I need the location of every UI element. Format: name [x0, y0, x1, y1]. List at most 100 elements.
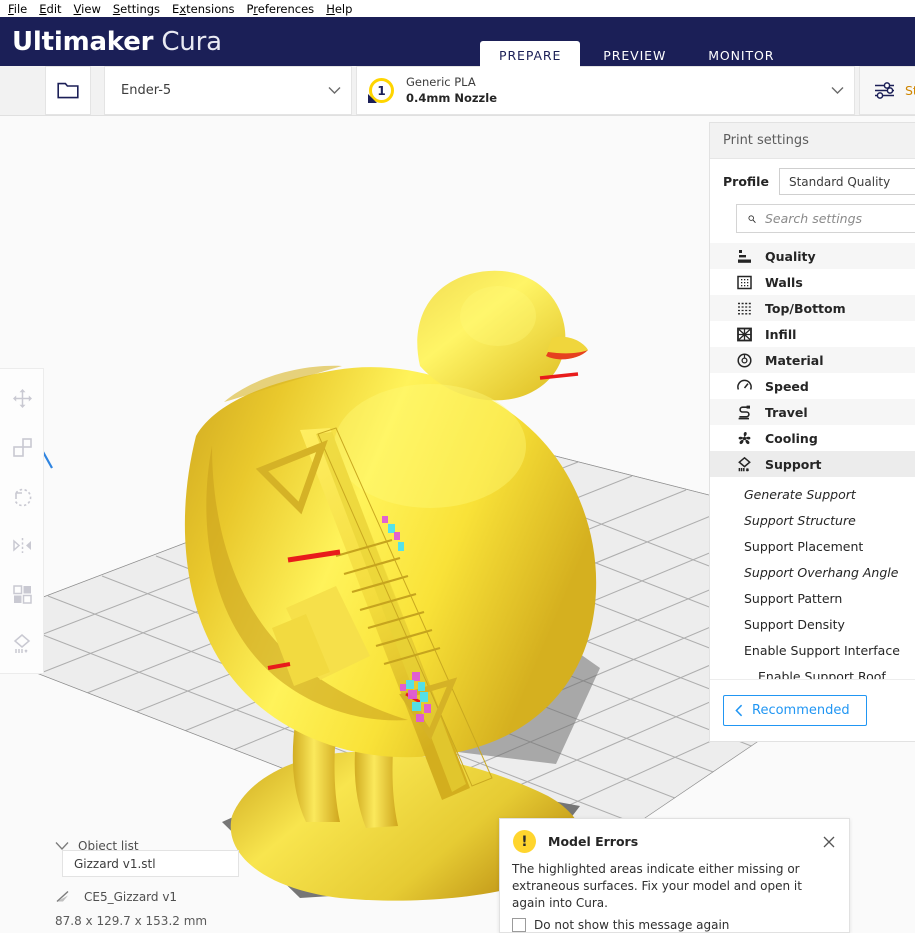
chevron-left-icon	[735, 704, 743, 717]
category-label: Travel	[765, 404, 808, 420]
category-walls[interactable]: Walls	[710, 269, 915, 295]
setting-generate-support[interactable]: Generate Support	[710, 481, 915, 507]
material-info: Generic PLA 0.4mm Nozzle	[406, 75, 831, 105]
model-errors-body: The highlighted areas indicate either mi…	[512, 862, 802, 911]
object-list-item-label: Gizzard v1.stl	[74, 856, 156, 871]
category-label: Top/Bottom	[765, 300, 846, 316]
support-blocker-icon	[13, 634, 30, 653]
search-settings-box[interactable]	[736, 204, 915, 233]
nozzle-size: 0.4mm Nozzle	[406, 90, 497, 105]
model-toolbar	[0, 368, 44, 674]
setting-support-placement[interactable]: Support Placement	[710, 533, 915, 559]
object-list-item[interactable]: Gizzard v1.stl	[62, 850, 239, 877]
category-topbottom[interactable]: Top/Bottom	[710, 295, 915, 321]
extruder-number: 1	[377, 83, 386, 98]
search-settings-input[interactable]	[765, 211, 915, 226]
do-not-show-again-checkbox[interactable]: Do not show this message again	[500, 912, 849, 933]
close-icon[interactable]	[821, 834, 837, 850]
category-speed[interactable]: Speed	[710, 373, 915, 399]
setting-enable-support-interface[interactable]: Enable Support Interface	[710, 637, 915, 663]
rotate-tool[interactable]	[0, 472, 44, 521]
menu-bar: File Edit View Settings Extensions Prefe…	[0, 0, 915, 17]
category-cooling[interactable]: Cooling	[710, 425, 915, 451]
print-setup-button[interactable]: Sta	[859, 66, 915, 115]
menu-item-preferences[interactable]: Preferences	[241, 1, 321, 17]
category-material[interactable]: Material	[710, 347, 915, 373]
material-name: Generic PLA	[406, 75, 476, 90]
category-label: Support	[765, 456, 822, 472]
category-infill[interactable]: Infill	[710, 321, 915, 347]
folder-icon	[57, 82, 79, 99]
profile-value: Standard Quality	[788, 174, 891, 189]
settings-category-list: Quality Walls Top/Bottom Infill Material…	[710, 243, 915, 477]
category-label: Speed	[765, 378, 809, 394]
speed-icon	[737, 379, 752, 390]
menu-item-view[interactable]: View	[68, 1, 107, 17]
brand-cura: Cura	[161, 27, 222, 57]
model-icon	[56, 890, 69, 903]
tab-preview[interactable]: PREVIEW	[584, 41, 685, 70]
mirror-tool[interactable]	[0, 521, 44, 570]
material-selector[interactable]: 1 Generic PLA 0.4mm Nozzle	[356, 66, 855, 115]
setting-support-density[interactable]: Support Density	[710, 611, 915, 637]
chevron-down-icon	[328, 87, 341, 94]
category-label: Material	[765, 352, 824, 368]
setting-support-structure[interactable]: Support Structure	[710, 507, 915, 533]
category-label: Cooling	[765, 430, 818, 446]
setting-support-pattern[interactable]: Support Pattern	[710, 585, 915, 611]
tab-monitor[interactable]: MONITOR	[689, 41, 793, 70]
machine-name: Ender-5	[121, 83, 172, 98]
rotate-icon	[13, 488, 31, 507]
setting-support-overhang-angle[interactable]: Support Overhang Angle	[710, 559, 915, 585]
open-file-button[interactable]	[45, 66, 91, 115]
model-errors-dialog: ! Model Errors The highlighted areas ind…	[499, 818, 850, 933]
per-model-settings-icon	[12, 585, 32, 604]
cura-application-window: File Edit View Settings Extensions Prefe…	[0, 0, 915, 933]
move-tool[interactable]	[0, 374, 44, 423]
category-label: Walls	[765, 274, 803, 290]
print-setup-label: Sta	[905, 83, 915, 98]
sliders-icon	[875, 82, 894, 99]
menu-item-extensions[interactable]: Extensions	[166, 1, 240, 17]
setting-label: Enable Support Interface	[744, 642, 900, 658]
selected-model-name: CE5_Gizzard v1	[84, 889, 178, 904]
setting-label: Support Placement	[744, 538, 864, 554]
stage-tabs: PREPARE PREVIEW MONITOR	[480, 41, 793, 70]
extruder-badge: 1	[369, 78, 394, 103]
print-settings-header: Print settings	[710, 123, 915, 159]
travel-icon	[738, 405, 750, 419]
search-icon	[748, 214, 756, 223]
mirror-icon	[12, 538, 31, 553]
recommended-button[interactable]: Recommended	[723, 695, 867, 726]
category-support[interactable]: Support	[710, 451, 915, 477]
machine-selector[interactable]: Ender-5	[104, 66, 352, 115]
menu-item-help[interactable]: Help	[320, 1, 358, 17]
per-model-settings-tool[interactable]	[0, 570, 44, 619]
print-settings-panel: Print settings Profile Standard Quality …	[709, 122, 915, 742]
profile-row: Profile Standard Quality	[710, 159, 915, 204]
walls-icon	[737, 275, 752, 289]
menu-item-file[interactable]: File	[2, 1, 33, 17]
checkbox-label: Do not show this message again	[534, 918, 730, 933]
profile-dropdown[interactable]: Standard Quality	[778, 168, 915, 195]
model-errors-header: ! Model Errors	[500, 819, 849, 853]
category-label: Infill	[765, 326, 797, 342]
setting-label: Support Pattern	[744, 590, 843, 606]
scale-icon	[12, 438, 32, 457]
checkbox-box[interactable]	[512, 918, 526, 933]
support-blocker-tool[interactable]	[0, 619, 44, 668]
menu-item-settings[interactable]: Settings	[107, 1, 166, 17]
profile-label: Profile	[723, 174, 769, 189]
tab-prepare[interactable]: PREPARE	[480, 41, 581, 70]
model-errors-title: Model Errors	[548, 834, 639, 849]
category-label: Quality	[765, 248, 816, 264]
menu-item-edit[interactable]: Edit	[33, 1, 67, 17]
brand-ultimaker: Ultimaker	[12, 27, 154, 57]
category-travel[interactable]: Travel	[710, 399, 915, 425]
app-logo: Ultimaker Cura	[12, 27, 222, 57]
material-icon	[737, 352, 752, 368]
scale-tool[interactable]	[0, 423, 44, 472]
chevron-down-icon	[831, 87, 844, 94]
cooling-icon	[738, 431, 751, 444]
category-quality[interactable]: Quality	[710, 243, 915, 269]
